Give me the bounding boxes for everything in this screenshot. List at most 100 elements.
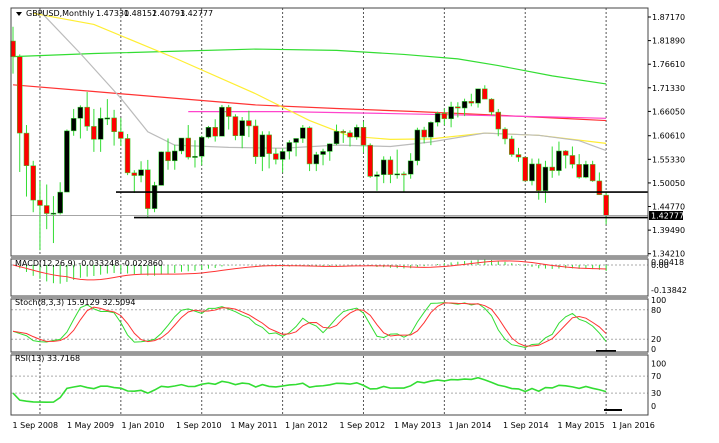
candle	[259, 131, 266, 172]
price-tick-label: 1.55330	[652, 155, 685, 164]
candle	[401, 171, 407, 192]
candle-body-bull	[461, 101, 468, 109]
candle-body-bull	[583, 164, 589, 178]
rsi-tick-label: 30	[651, 389, 661, 398]
candle-body-bear	[212, 127, 218, 137]
dropdown-triangle-icon[interactable]	[16, 12, 22, 16]
candle-body-bear	[340, 131, 347, 133]
candle	[509, 135, 515, 157]
candle-body-bear	[603, 194, 609, 216]
candle-body-bear	[455, 106, 461, 109]
date-tick-label: 1 May 2013	[394, 421, 441, 430]
stoch-tick-label: 20	[651, 335, 661, 344]
rsi-tick-label: 100	[651, 360, 666, 369]
candle	[212, 119, 218, 142]
trading-chart[interactable]: 1.87170 1.81890 1.76610 1.71330 1.66050 1.606…	[0, 0, 719, 443]
candle	[232, 114, 239, 141]
date-tick-label: 1 Jan 2012	[285, 421, 328, 430]
candle-body-bear	[131, 172, 138, 176]
candle-body-bear	[43, 205, 50, 214]
rsi-label: RSI(13) 33.7168	[15, 354, 80, 363]
candle	[475, 88, 481, 108]
candle-body-bear	[562, 150, 569, 156]
macd-label: MACD(12,26,9) -0.033248 -0.022860	[15, 259, 163, 268]
panel-frames	[10, 7, 649, 416]
candle-body-bear	[535, 163, 542, 191]
candle	[16, 54, 23, 172]
price-tick-label: 1.44770	[652, 203, 685, 212]
candle-body-bull	[556, 150, 562, 171]
candle-body-bull	[353, 127, 360, 138]
candle	[482, 85, 488, 100]
close-value: 1.42777	[180, 9, 213, 18]
candle	[84, 91, 90, 131]
candle-body-bear	[37, 199, 43, 206]
candle	[172, 144, 178, 170]
candle	[394, 149, 400, 179]
ma-green-line	[12, 48, 607, 85]
candle-body-bull	[104, 117, 111, 120]
stoch-tick-label: 0	[651, 345, 656, 354]
candle	[495, 108, 502, 137]
candle-body-bear	[16, 56, 23, 134]
candle-body-bull	[219, 106, 225, 137]
candle-body-bull	[434, 113, 441, 123]
candle	[64, 129, 70, 193]
candle-body-bull	[374, 174, 380, 177]
price-tick-label: 1.66050	[652, 107, 685, 116]
candle-body-bull	[57, 191, 63, 214]
candle-body-bull	[448, 106, 454, 120]
candle-body-bear	[515, 154, 522, 158]
candle-body-bull	[313, 154, 320, 165]
candle	[441, 108, 448, 126]
candle	[70, 108, 77, 136]
date-tick-label: 1 May 2011	[231, 421, 278, 430]
candle	[131, 170, 138, 193]
panel-frame	[10, 7, 649, 257]
candle-body-bear	[145, 169, 151, 209]
candle-body-bear	[266, 134, 272, 154]
candle-body-bull	[77, 106, 84, 119]
candle	[421, 126, 427, 144]
date-tick-label: 1 Sep 2012	[340, 421, 386, 430]
candle-body-bear	[252, 125, 259, 158]
candle-body-bull	[394, 173, 400, 176]
ma-red-line	[12, 84, 607, 122]
date-tick-label: 1 Sep 2010	[176, 421, 222, 430]
candle-body-bear	[387, 159, 394, 175]
candle	[522, 156, 528, 182]
symbol-label: GBPUSD,Monthly	[26, 9, 94, 18]
ma-gray-line	[39, 10, 607, 152]
date-tick-label: 1 Jan 2014	[449, 421, 492, 430]
candle-body-bull	[50, 212, 57, 215]
rsi-tick-label: 70	[651, 372, 661, 381]
candles	[10, 26, 609, 251]
candle-body-bull	[293, 138, 299, 143]
candle-body-bull	[138, 169, 144, 176]
candle	[576, 154, 582, 179]
candle-body-bear	[232, 116, 239, 137]
candle	[198, 135, 205, 166]
candle	[252, 119, 259, 164]
candle	[30, 160, 36, 213]
candle	[50, 196, 57, 244]
price-tick-label: 1.87170	[652, 13, 685, 22]
candle	[225, 104, 232, 130]
support-lines[interactable]	[11, 191, 648, 219]
candle-body-bear	[502, 128, 508, 140]
stoch-label: Stoch(8,3,3) 15.9129 32.5094	[15, 298, 135, 307]
candle	[219, 104, 225, 137]
candle	[178, 137, 185, 155]
candle-body-bull	[279, 151, 286, 160]
candle	[535, 158, 542, 200]
candle	[603, 191, 609, 225]
candle	[380, 156, 387, 184]
candle-body-bear	[124, 138, 131, 174]
candle	[340, 129, 347, 143]
candle-body-bull	[414, 129, 421, 162]
rsi-tick-label: 0	[651, 402, 656, 411]
candle	[77, 105, 84, 139]
candle-body-bull	[327, 143, 333, 152]
candle	[97, 107, 104, 152]
current-price-marker: 1.42777	[649, 211, 684, 221]
